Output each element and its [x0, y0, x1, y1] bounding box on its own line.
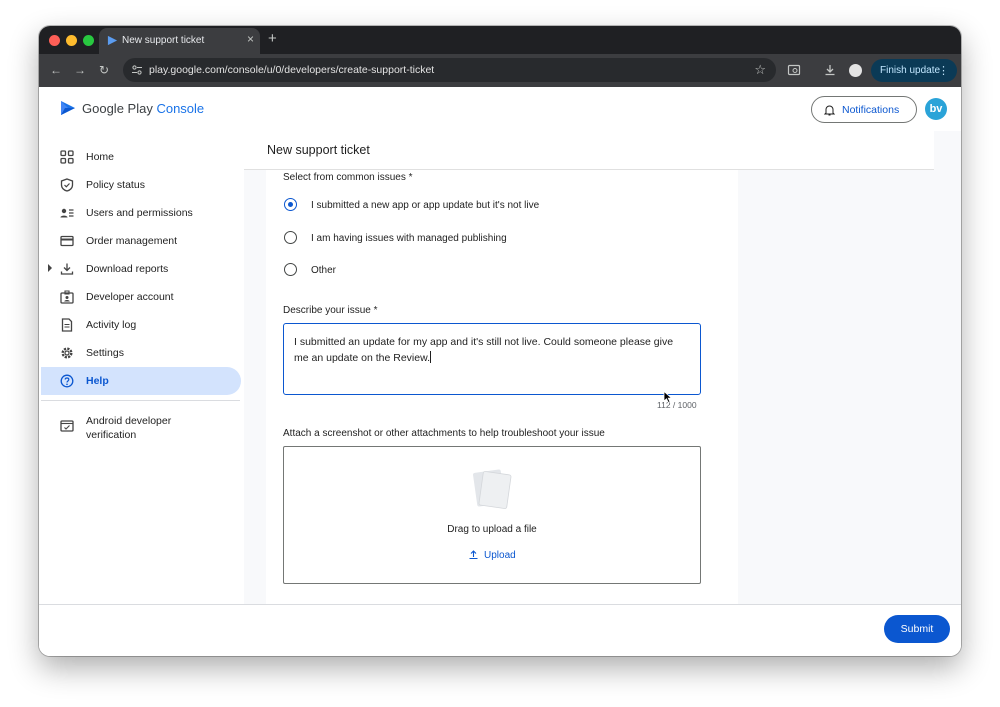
sidebar-item-developer-account[interactable]: Developer account: [41, 283, 241, 311]
new-tab-button[interactable]: +: [268, 30, 277, 47]
card-icon: [60, 235, 74, 247]
bell-icon: [824, 105, 835, 116]
sidebar-item-help[interactable]: Help: [41, 367, 241, 395]
finish-update-label: Finish update: [880, 65, 941, 76]
sidebar-item-label: Android developer verification: [86, 415, 172, 441]
radio-label-managed-publishing[interactable]: I am having issues with managed publishi…: [311, 233, 507, 244]
describe-issue-textarea[interactable]: I submitted an update for my app and it'…: [283, 323, 701, 395]
sidebar-item-android-developer-verification[interactable]: Android developer verification: [41, 407, 241, 447]
file-drop-zone[interactable]: Drag to upload a file Upload: [283, 446, 701, 584]
drag-to-upload-text: Drag to upload a file: [447, 524, 537, 535]
text-caret: [430, 351, 432, 363]
url-field[interactable]: play.google.com/console/u/0/developers/c…: [123, 58, 776, 82]
help-icon: [60, 374, 74, 388]
app-header: Google Play Console Notifications bv: [39, 87, 961, 131]
sidebar-item-activity-log[interactable]: Activity log: [41, 311, 241, 339]
play-console-favicon-icon: [107, 35, 118, 46]
maximize-window-button[interactable]: [83, 35, 94, 46]
browser-window: New support ticket × + ← → ↻ play.google…: [39, 26, 961, 656]
url-text: play.google.com/console/u/0/developers/c…: [149, 64, 435, 76]
grid-icon: [60, 150, 74, 164]
tab-title: New support ticket: [122, 35, 205, 46]
bookmark-star-icon[interactable]: ☆: [754, 62, 766, 78]
address-bar: ← → ↻ play.google.com/console/u/0/develo…: [39, 54, 961, 87]
common-issues-label: Select from common issues *: [283, 172, 413, 183]
play-console-logo-icon: [61, 101, 75, 115]
sidebar-item-users-and-permissions[interactable]: Users and permissions: [41, 199, 241, 227]
mouse-pointer-icon: [663, 391, 673, 403]
submit-button[interactable]: Submit: [884, 615, 950, 643]
expand-caret-icon[interactable]: [48, 264, 52, 272]
logo-text[interactable]: Google Play Console: [82, 101, 204, 116]
id-badge-icon: [60, 290, 74, 304]
radio-label-other[interactable]: Other: [311, 265, 336, 276]
finish-update-button[interactable]: Finish update ⋮: [871, 59, 957, 82]
site-info-icon[interactable]: [131, 64, 143, 76]
sidebar-item-label: Home: [86, 151, 115, 163]
gear-icon: [61, 347, 73, 359]
minimize-window-button[interactable]: [66, 35, 77, 46]
download-icon: [60, 263, 74, 275]
sidebar-item-label: Settings: [86, 347, 124, 359]
radio-not-live[interactable]: [284, 198, 297, 211]
more-menu-icon: ⋮: [938, 65, 949, 77]
upload-button[interactable]: Upload: [469, 550, 516, 561]
notifications-button[interactable]: Notifications: [811, 96, 917, 123]
sidebar-divider: [41, 400, 240, 401]
sidebar-item-order-management[interactable]: Order management: [41, 227, 241, 255]
sidebar-item-label: Help: [86, 375, 109, 387]
radio-label-not-live[interactable]: I submitted a new app or app update but …: [311, 200, 539, 211]
radio-other[interactable]: [284, 263, 297, 276]
sidebar-item-download-reports[interactable]: Download reports: [41, 255, 241, 283]
main-content: Select from common issues * I submitted …: [244, 131, 961, 604]
forward-button[interactable]: →: [74, 63, 86, 77]
close-tab-icon[interactable]: ×: [247, 32, 254, 46]
describe-issue-label: Describe your issue *: [283, 305, 378, 316]
sidebar-item-label: Developer account: [86, 291, 174, 303]
browser-tab[interactable]: New support ticket ×: [99, 28, 260, 54]
back-button[interactable]: ←: [50, 63, 62, 77]
documents-illustration-icon: [473, 469, 512, 509]
title-bar: New support ticket × +: [39, 26, 961, 54]
verification-icon: [60, 420, 74, 432]
sidebar-item-label: Order management: [86, 235, 178, 247]
ticket-header: New support ticket: [244, 131, 934, 170]
sidebar-item-label: Policy status: [86, 179, 145, 191]
reload-button[interactable]: ↻: [99, 63, 109, 77]
upload-icon: [469, 550, 478, 559]
attachments-label: Attach a screenshot or other attachments…: [283, 428, 605, 439]
radio-managed-publishing[interactable]: [284, 231, 297, 244]
profile-avatar[interactable]: [849, 64, 862, 77]
sidebar-item-label: Activity log: [86, 319, 137, 331]
sidebar-item-label: Users and permissions: [86, 207, 193, 219]
sidebar-item-home[interactable]: Home: [41, 143, 241, 171]
sidebar: Home Policy status Users and permissions…: [39, 131, 244, 656]
sidebar-item-policy-status[interactable]: Policy status: [41, 171, 241, 199]
action-bar: Submit: [39, 604, 961, 656]
close-window-button[interactable]: [49, 35, 60, 46]
sidebar-item-label: Download reports: [86, 263, 169, 275]
tab-search-icon[interactable]: [787, 63, 801, 77]
download-icon[interactable]: [823, 63, 837, 77]
sidebar-item-settings[interactable]: Settings: [41, 339, 241, 367]
document-icon: [61, 318, 73, 332]
shield-icon: [60, 178, 74, 192]
page-title: New support ticket: [267, 143, 370, 157]
users-icon: [60, 208, 74, 218]
notifications-label: Notifications: [842, 104, 900, 116]
user-avatar[interactable]: bv: [925, 98, 947, 120]
page: Google Play Console Notifications bv Hom…: [39, 87, 961, 656]
ticket-form: Select from common issues * I submitted …: [266, 170, 738, 604]
